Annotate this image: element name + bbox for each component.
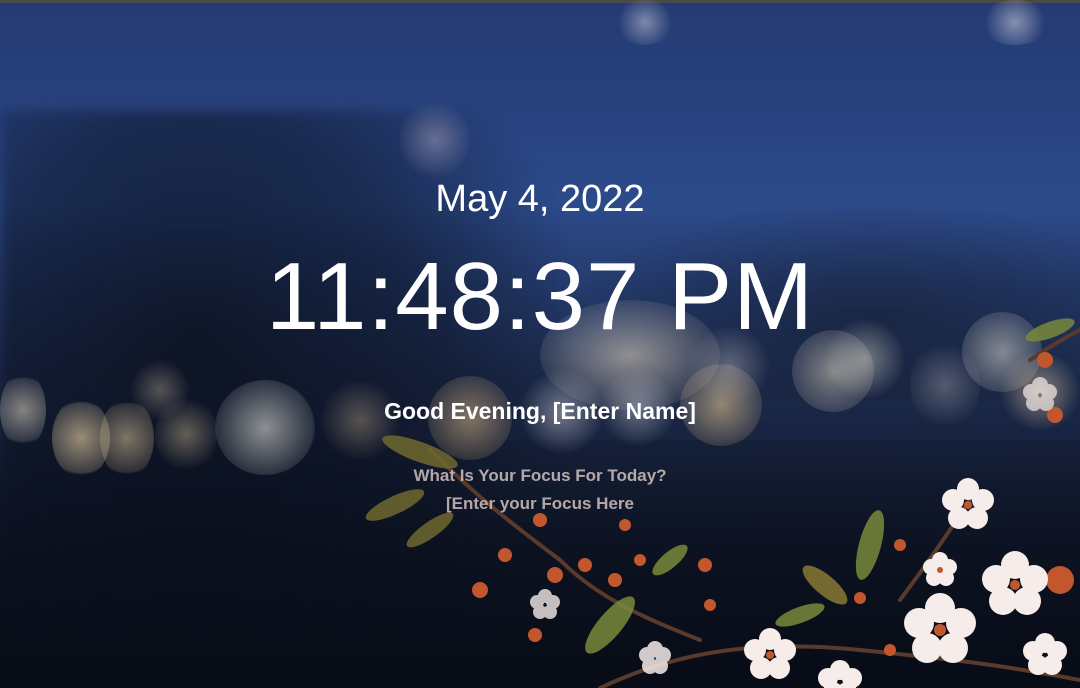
bokeh-light <box>215 380 315 475</box>
blossom <box>530 589 560 619</box>
blossom <box>1023 633 1067 675</box>
name-input[interactable]: [Enter Name] <box>553 398 696 424</box>
greeting: Good Evening, [Enter Name] <box>0 396 1080 426</box>
focus-input[interactable]: [Enter your Focus Here <box>390 492 690 516</box>
momentum-dashboard: May 4, 2022 11:48:37 PM Good Evening, [E… <box>0 0 1080 688</box>
blossom <box>818 660 862 688</box>
bokeh-light <box>615 0 675 45</box>
greeting-text: Good Evening, <box>384 398 547 424</box>
bokeh-light <box>980 0 1050 45</box>
time-display: 11:48:37 PM <box>265 243 815 350</box>
blossom <box>904 593 976 663</box>
blossom <box>744 628 796 679</box>
blossom <box>923 552 957 586</box>
bokeh-light <box>400 100 470 180</box>
window-top-border <box>0 0 1080 3</box>
focus-question: What Is Your Focus For Today? <box>413 466 667 485</box>
date-display: May 4, 2022 <box>435 178 645 220</box>
blossom <box>639 641 671 674</box>
blossom <box>982 551 1048 615</box>
